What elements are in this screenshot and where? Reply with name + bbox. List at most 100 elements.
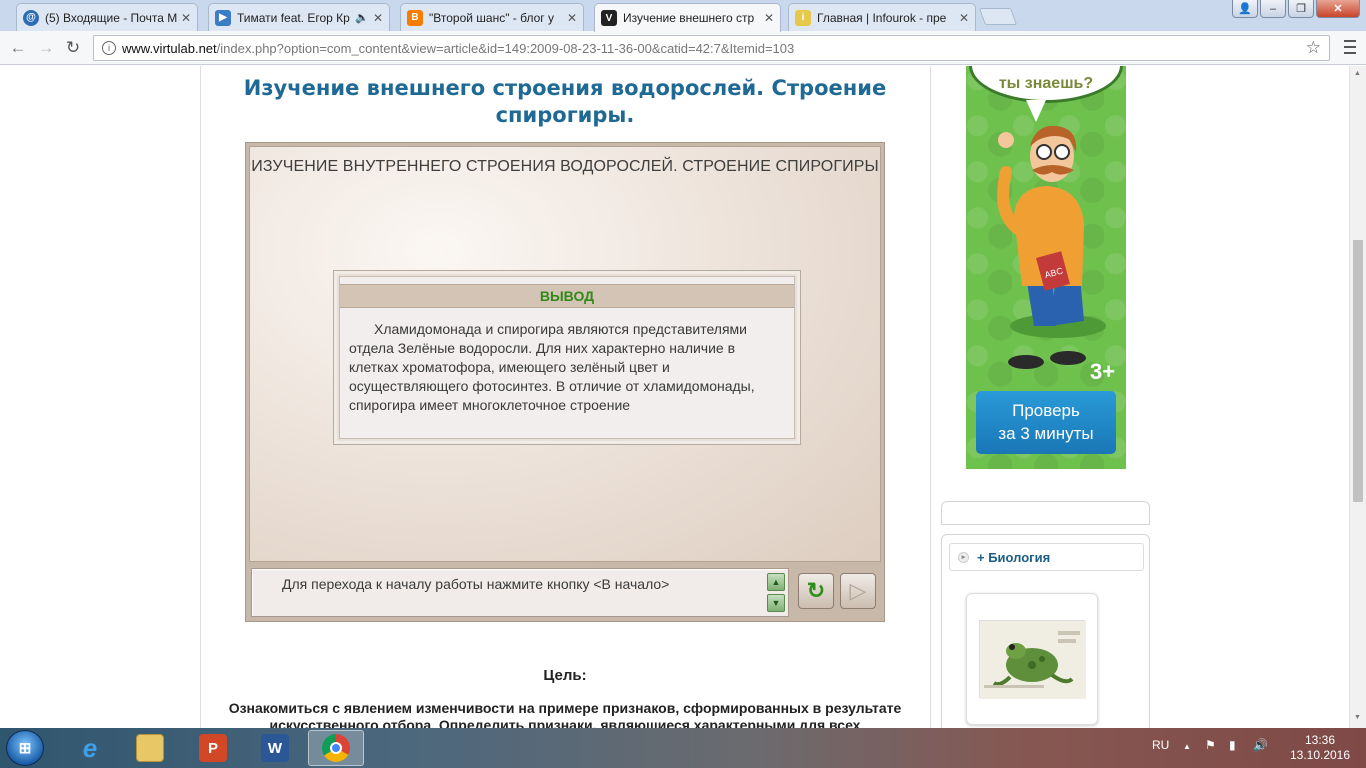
taskbar-word[interactable]: W (247, 730, 303, 766)
folder-icon (136, 734, 164, 762)
lab-screen: ИЗУЧЕНИЕ ВНУТРЕННЕГО СТРОЕНИЯ ВОДОРОСЛЕЙ… (249, 146, 881, 562)
page-viewport: Изучение внешнего строения водорослей. С… (0, 66, 1349, 728)
taskbar-chrome[interactable] (308, 730, 364, 766)
sidebar-category-box: ▸ + Биология (941, 534, 1150, 728)
conclusion-title: ВЫВОД (340, 284, 794, 308)
system-clock[interactable]: 13:36 13.10.2016 (1284, 733, 1356, 763)
blogger-icon: B (407, 9, 423, 26)
volume-icon[interactable]: 🔊 (1253, 738, 1268, 752)
arrow-bullet-icon: ▸ (958, 551, 969, 563)
tab-label: (5) Входящие - Почта M (45, 10, 177, 25)
clock-time: 13:36 (1304, 733, 1336, 747)
menu-icon[interactable] (1343, 38, 1357, 56)
browser-toolbar: ← → ↻ i www.virtulab.net/index.php?optio… (0, 31, 1366, 65)
close-window-button[interactable]: ✕ (1316, 0, 1360, 18)
instruction-text: Для перехода к началу работы нажмите кно… (282, 576, 670, 592)
internet-explorer-icon: e (82, 732, 98, 763)
taskbar-ie[interactable]: e (62, 730, 118, 766)
taskbar-powerpoint[interactable]: P (185, 730, 241, 766)
restart-icon: ↻ (806, 578, 826, 603)
windows-taskbar: ⊞ e P W RU ▲ ⚑ ▮ 🔊 13:36 13.10.2016 (0, 728, 1366, 768)
tab-blog[interactable]: B "Второй шанс" - блог у ✕ (400, 3, 584, 31)
tab-label: Изучение внешнего стр (623, 11, 755, 25)
restore-button[interactable]: ❐ (1288, 0, 1314, 18)
language-indicator[interactable]: RU (1152, 738, 1169, 752)
back-arrow-icon[interactable]: ← (8, 38, 28, 58)
video-icon: ▶ (215, 9, 231, 26)
conclusion-dialog: ВЫВОД Хламидомонада и спирогира являются… (333, 270, 801, 445)
close-icon[interactable]: ✕ (181, 11, 191, 25)
tab-video[interactable]: ▶ Тимати feat. Егор Кр 🔈 ✕ (208, 3, 390, 31)
action-center-icon[interactable]: ⚑ (1205, 738, 1216, 752)
frog-image (979, 620, 1086, 699)
scroll-up-icon[interactable]: ▲ (767, 573, 785, 591)
windows-start-icon[interactable]: ⊞ (6, 730, 44, 766)
mail-icon: @ (23, 9, 39, 26)
minimize-button[interactable]: – (1260, 0, 1286, 18)
bubble-text: ты знаешь? (998, 75, 1094, 92)
url-path: /index.php?option=com_content&view=artic… (216, 40, 795, 56)
close-icon[interactable]: ✕ (373, 11, 383, 25)
user-icon[interactable]: 👤 (1232, 0, 1258, 18)
speaker-icon[interactable]: 🔈 (355, 11, 369, 24)
close-icon[interactable]: ✕ (764, 11, 774, 25)
lab-thumbnail[interactable] (966, 593, 1098, 725)
goal-text: Ознакомиться с явлением изменчивости на … (228, 700, 902, 728)
word-icon: W (261, 734, 289, 762)
bookmark-star-icon[interactable]: ☆ (1306, 38, 1321, 58)
virtual-lab-frame[interactable]: ИЗУЧЕНИЕ ВНУТРЕННЕГО СТРОЕНИЯ ВОДОРОСЛЕЙ… (245, 142, 885, 622)
ad-cta-line1: Проверь (1012, 401, 1080, 420)
sidebar-box (941, 501, 1150, 525)
virtulab-icon: V (601, 10, 617, 26)
chrome-icon (322, 734, 350, 762)
ad-cta-button[interactable]: Проверь за 3 минуты (976, 391, 1116, 454)
scrollbar-thumb[interactable] (1353, 240, 1363, 502)
scroll-down-icon[interactable]: ▼ (767, 594, 785, 612)
reload-icon[interactable]: ↻ (63, 38, 83, 58)
tab-virtulab[interactable]: V Изучение внешнего стр ✕ (594, 3, 781, 32)
lab-control-bar: Для перехода к началу работы нажмите кно… (249, 565, 881, 620)
column-divider (930, 66, 931, 728)
instruction-scroller: ▲ ▼ (767, 573, 785, 613)
scroll-up-icon[interactable]: ▲ (1354, 70, 1361, 77)
next-button[interactable]: ▷ (840, 573, 876, 609)
address-bar[interactable]: i www.virtulab.net/index.php?option=com_… (93, 35, 1330, 61)
conclusion-text: Хламидомонада и спирогира являются предс… (349, 321, 755, 413)
ad-cta-line2: за 3 минуты (998, 424, 1094, 443)
tab-label: "Второй шанс" - блог у (429, 10, 554, 25)
restart-button[interactable]: ↻ (798, 573, 834, 609)
category-label: + Биология (977, 549, 1051, 565)
scroll-down-icon[interactable]: ▼ (1354, 714, 1361, 721)
age-badge: 3+ (1090, 359, 1116, 384)
tab-infourok[interactable]: i Главная | Infourok - пре ✕ (788, 3, 976, 31)
ad-banner[interactable]: ты знаешь? ABC 3+ Проверь за 3 минуты (966, 66, 1126, 469)
powerpoint-icon: P (199, 734, 227, 762)
article-title: Изучение внешнего строения водорослей. С… (243, 76, 887, 127)
column-divider (200, 66, 201, 728)
tab-label: Главная | Infourok - пре (817, 10, 947, 25)
forward-arrow-icon[interactable]: → (36, 38, 56, 58)
infourok-icon: i (795, 9, 811, 26)
signal-icon[interactable]: ▮ (1229, 738, 1236, 752)
close-icon[interactable]: ✕ (567, 11, 577, 25)
conclusion-panel: ВЫВОД Хламидомонада и спирогира являются… (339, 276, 795, 439)
clock-date: 13.10.2016 (1289, 748, 1351, 762)
play-arrow-icon: ▷ (849, 578, 867, 603)
cartoon-man-illustration: ABC (997, 125, 1106, 369)
window-controls: 👤 – ❐ ✕ (1232, 0, 1360, 18)
instruction-box: Для перехода к началу работы нажмите кно… (251, 568, 789, 617)
page-scrollbar[interactable]: ▲ ▼ (1349, 66, 1366, 728)
url-host: www.virtulab.net (122, 40, 217, 56)
category-link-biology[interactable]: ▸ + Биология (949, 543, 1144, 571)
new-tab-button[interactable] (978, 8, 1018, 25)
page-info-icon[interactable]: i (102, 41, 116, 55)
show-hidden-icons-icon[interactable]: ▲ (1183, 742, 1191, 751)
taskbar-explorer[interactable] (122, 730, 178, 766)
tab-label: Тимати feat. Егор Кр (237, 10, 350, 25)
close-icon[interactable]: ✕ (959, 11, 969, 25)
goal-heading: Цель: (543, 667, 587, 684)
tab-mail[interactable]: @ (5) Входящие - Почта M ✕ (16, 3, 198, 31)
frog-illustration (980, 621, 1086, 699)
lab-heading: ИЗУЧЕНИЕ ВНУТРЕННЕГО СТРОЕНИЯ ВОДОРОСЛЕЙ… (251, 158, 879, 175)
browser-tabstrip: @ (5) Входящие - Почта M ✕ ▶ Тимати feat… (0, 0, 1366, 32)
